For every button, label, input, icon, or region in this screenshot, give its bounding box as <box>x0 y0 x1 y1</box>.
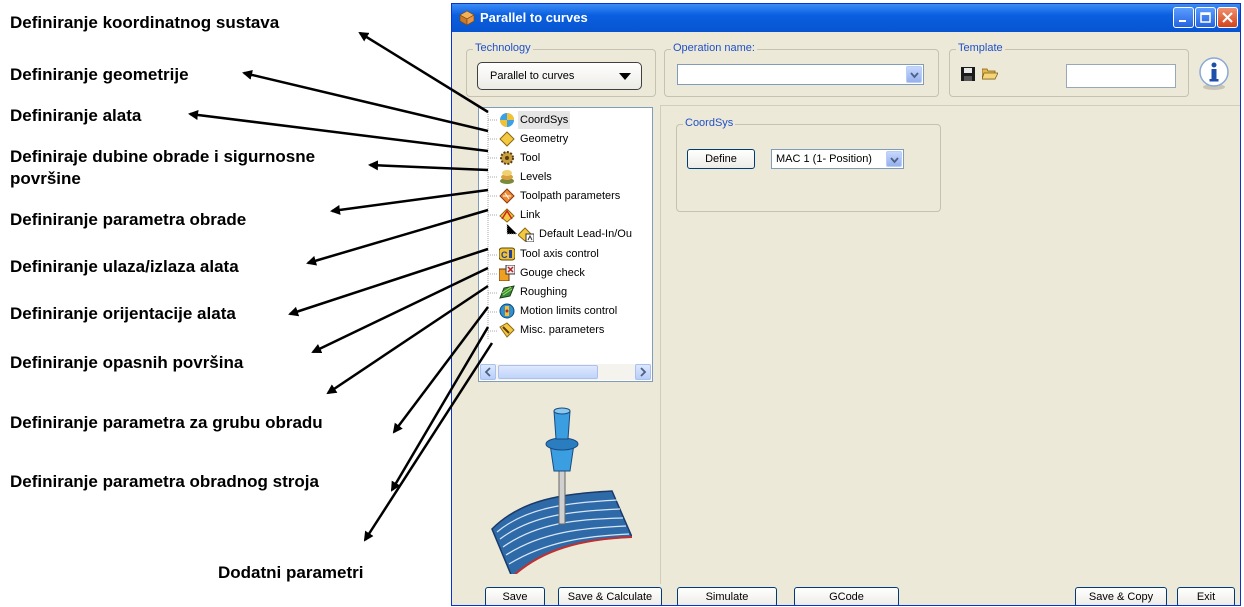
coordsys-select-value: MAC 1 (1- Position) <box>776 153 872 165</box>
cube-icon <box>459 10 475 26</box>
technology-group: Technology Parallel to curves <box>466 42 656 97</box>
tree-item-label: Tool axis control <box>520 248 599 260</box>
close-icon <box>1222 12 1233 23</box>
parameter-tree[interactable]: CoordSys Geometry Tool Levels Toolpath p… <box>478 107 653 382</box>
close-button[interactable] <box>1217 7 1238 28</box>
chevron-down-icon <box>890 157 899 164</box>
annotation-label: Definiranje parametra obrade <box>10 210 247 229</box>
save-disk-icon[interactable] <box>961 67 975 81</box>
tree-item-label: Link <box>520 209 541 221</box>
scroll-right-button[interactable] <box>635 364 651 380</box>
gouge-icon <box>499 265 515 281</box>
scroll-thumb[interactable] <box>498 365 598 379</box>
operation-name-label: Operation name: <box>671 42 757 54</box>
technology-label: Technology <box>473 42 533 54</box>
chevron-down-icon <box>910 72 919 79</box>
template-group: Template <box>949 42 1189 97</box>
tree-item-label: Gouge check <box>520 267 585 279</box>
misc-icon <box>499 322 515 338</box>
coordsys-select[interactable]: MAC 1 (1- Position) <box>771 149 904 169</box>
tree-item-label: Geometry <box>520 133 569 145</box>
annotation-label: Definiranje parametra obradnog stroja <box>10 472 319 491</box>
coordsys-group: CoordSys Define MAC 1 (1- Position) <box>676 117 941 212</box>
tool-axis-icon: C <box>499 247 515 261</box>
tree-item-label: Motion limits control <box>520 305 618 317</box>
annotation-label: Definiranje opasnih površina <box>10 353 244 372</box>
tool-icon <box>500 151 514 165</box>
chevron-down-icon <box>619 73 631 80</box>
technology-value: Parallel to curves <box>490 70 575 82</box>
tree-item-label: Roughing <box>520 286 568 298</box>
tree-item-label: Toolpath parameters <box>520 190 621 202</box>
operation-dropdown-button[interactable] <box>906 66 922 83</box>
dialog-window: Parallel to curves Technology Parallel t… <box>451 3 1241 606</box>
tree-item-label: Levels <box>520 171 552 183</box>
minimize-button[interactable] <box>1173 7 1194 28</box>
annotation-label: Definiranje parametra za grubu obradu <box>10 413 323 432</box>
chevron-right-icon <box>640 367 647 377</box>
annotation-label: Definiranje orijentacije alata <box>10 304 236 323</box>
annotation-label: Dodatni parametri <box>218 563 364 582</box>
tree-item-label: Default Lead-In/Ou <box>539 228 632 240</box>
chevron-left-icon <box>484 367 491 377</box>
minimize-icon <box>1179 20 1186 22</box>
tree-item-label: Misc. parameters <box>520 324 605 336</box>
technology-dropdown[interactable]: Parallel to curves <box>477 62 642 90</box>
annotation-label: Definiranje ulaza/izlaza alata <box>10 257 239 276</box>
gcode-button[interactable]: GCode <box>794 587 899 605</box>
levels-icon <box>500 170 514 184</box>
title-bar[interactable]: Parallel to curves <box>452 4 1240 32</box>
annotation-label: Definiraje dubine obrade i sigurnosne <box>10 147 316 166</box>
annotation-label: površine <box>10 169 81 188</box>
maximize-button[interactable] <box>1195 7 1216 28</box>
motion-limits-icon <box>499 303 515 319</box>
link-icon <box>499 208 515 223</box>
define-button[interactable]: Define <box>687 149 755 169</box>
tree-item-label: Tool <box>520 152 541 164</box>
annotation-label: Definiranje geometrije <box>10 65 189 84</box>
save-calculate-button[interactable]: Save & Calculate <box>558 587 662 605</box>
template-label: Template <box>956 42 1005 54</box>
annotation-label: Definiranje alata <box>10 106 142 125</box>
toolpath-icon <box>499 188 515 204</box>
open-folder-icon[interactable] <box>982 66 998 80</box>
save-copy-button[interactable]: Save & Copy <box>1075 587 1167 605</box>
coordsys-group-label: CoordSys <box>683 117 736 129</box>
scroll-left-button[interactable] <box>480 364 496 380</box>
template-field[interactable] <box>1066 64 1176 88</box>
tool-surface-illustration <box>491 407 632 574</box>
operation-group: Operation name: <box>664 42 939 97</box>
simulate-button[interactable]: Simulate <box>677 587 777 605</box>
coordsys-icon <box>500 113 514 127</box>
save-button[interactable]: Save <box>485 587 545 605</box>
maximize-icon <box>1200 12 1211 23</box>
svg-text:C: C <box>501 250 508 260</box>
roughing-icon <box>499 285 515 299</box>
tree-horizontal-scrollbar[interactable] <box>480 364 651 380</box>
coordsys-dropdown-button[interactable] <box>886 151 902 167</box>
window-title: Parallel to curves <box>480 10 588 25</box>
operation-name-combo[interactable] <box>677 64 924 85</box>
geometry-icon <box>499 131 515 147</box>
annotation-label: Definiranje koordinatnog sustava <box>10 13 280 32</box>
info-icon[interactable] <box>1197 57 1231 91</box>
tree-item-label: CoordSys <box>518 111 571 129</box>
leadin-icon <box>518 227 534 242</box>
exit-button[interactable]: Exit <box>1177 587 1235 605</box>
